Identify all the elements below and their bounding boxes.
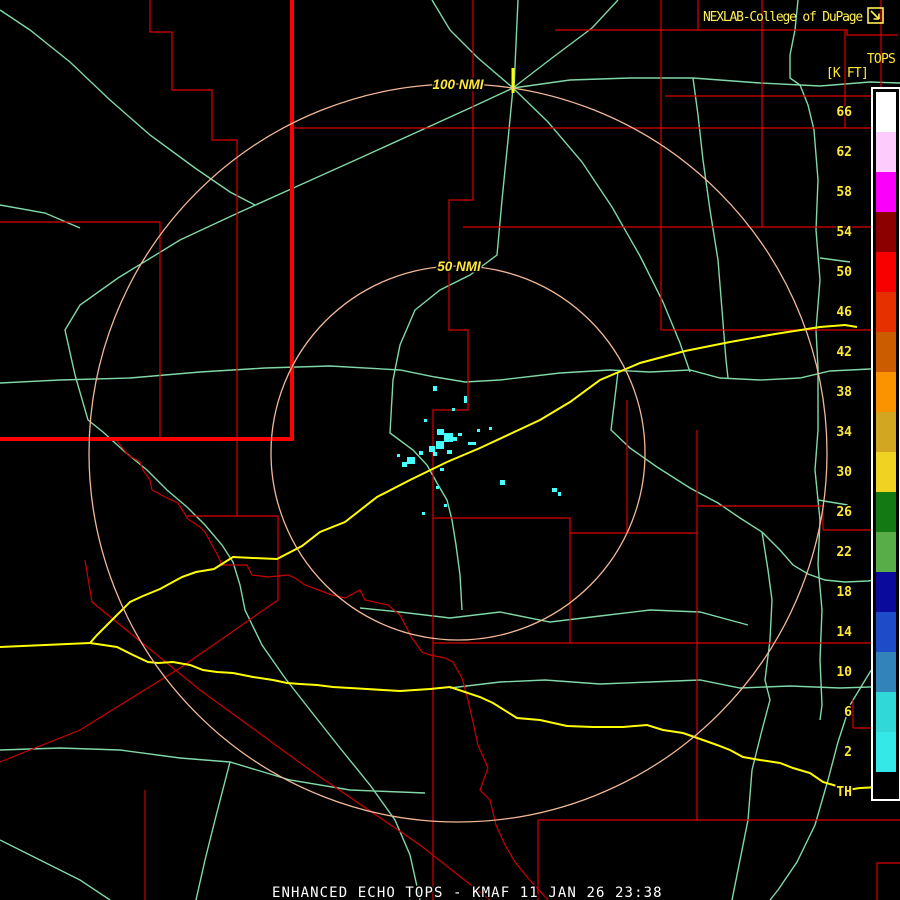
echo-cell	[407, 457, 415, 464]
legend-label-6: 6	[844, 705, 852, 720]
legend-swatch-22	[876, 532, 896, 572]
echo-cell	[422, 512, 425, 515]
inner-ring-label: 50 NMI	[437, 259, 481, 274]
legend-swatch-18	[876, 572, 896, 612]
legend-swatch-10	[876, 652, 896, 692]
echo-cell	[452, 408, 455, 411]
legend-label-62: 62	[836, 145, 852, 160]
echo-cell	[458, 433, 462, 436]
legend-label-TH: TH	[836, 785, 852, 800]
radar-app-window: 100 NMI 50 NMI 66 62 58 54 50 46 42 38 34 30 26 22 1…	[0, 0, 900, 900]
legend-swatch-30	[876, 452, 896, 492]
legend-swatch-14	[876, 612, 896, 652]
echo-cell	[436, 441, 444, 449]
echo-cell	[444, 504, 447, 507]
legend-swatch-42	[876, 332, 896, 372]
legend-swatch-38	[876, 372, 896, 412]
echo-cell	[440, 468, 444, 471]
legend-label-34: 34	[836, 425, 852, 440]
echo-cell	[436, 486, 439, 489]
echo-cell	[452, 437, 457, 441]
echo-cell	[424, 419, 427, 422]
legend-title: TOPS	[867, 52, 895, 67]
legend-label-14: 14	[836, 625, 852, 640]
legend-label-22: 22	[836, 545, 852, 560]
echo-cell	[447, 450, 452, 454]
echo-cell	[429, 446, 435, 452]
echo-cell	[464, 396, 467, 403]
legend-label-42: 42	[836, 345, 852, 360]
echo-cell	[433, 386, 437, 391]
radar-map[interactable]: 100 NMI 50 NMI 6662585450464238343026221…	[0, 0, 900, 900]
legend-units: [K FT]	[826, 66, 868, 81]
legend-swatch-50	[876, 252, 896, 292]
legend-swatch-62	[876, 132, 896, 172]
echo-cell	[433, 452, 437, 456]
legend-label-10: 10	[836, 665, 852, 680]
legend-label-26: 26	[836, 505, 852, 520]
echo-cell	[402, 462, 407, 467]
legend-label-58: 58	[836, 185, 852, 200]
echo-cell	[558, 492, 561, 496]
echo-cell	[552, 488, 557, 492]
legend-label-66: 66	[836, 105, 852, 120]
legend-label-18: 18	[836, 585, 852, 600]
legend-swatch-6	[876, 692, 896, 732]
echo-cell	[419, 451, 423, 455]
legend-label-38: 38	[836, 385, 852, 400]
legend-swatch-46	[876, 292, 896, 332]
legend-label-30: 30	[836, 465, 852, 480]
legend-label-2: 2	[844, 745, 852, 760]
status-bar-text: ENHANCED ECHO TOPS - KMAF 11 JAN 26 23:3…	[272, 885, 663, 900]
outer-ring-label: 100 NMI	[432, 77, 483, 92]
legend-swatch-66	[876, 92, 896, 132]
legend-swatch-26	[876, 492, 896, 532]
echo-cell	[500, 480, 505, 485]
site-title: NEXLAB-College of DuPage	[703, 10, 863, 25]
legend-swatch-34	[876, 412, 896, 452]
legend-label-46: 46	[836, 305, 852, 320]
legend-label-50: 50	[836, 265, 852, 280]
echo-cell	[444, 433, 453, 442]
echo-cell	[489, 427, 492, 430]
legend-swatch-54	[876, 212, 896, 252]
legend-label-54: 54	[836, 225, 852, 240]
echo-cell	[468, 442, 476, 445]
echo-cell	[437, 429, 444, 435]
echo-cell	[397, 454, 400, 457]
legend-swatch-58	[876, 172, 896, 212]
echo-cell	[477, 429, 480, 432]
legend-swatch-2	[876, 732, 896, 772]
